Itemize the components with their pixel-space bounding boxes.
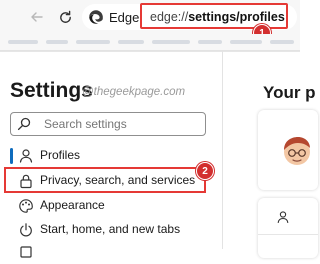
card-divider xyxy=(258,234,318,235)
sidebar-item-profiles[interactable]: Profiles xyxy=(10,145,210,167)
settings-title: Settings xyxy=(10,79,93,102)
url-text[interactable]: edge://settings/profiles xyxy=(150,10,285,24)
partial-icon xyxy=(20,246,32,258)
profile-page-title: Your p xyxy=(263,83,316,102)
step-badge-2: 2 xyxy=(196,162,214,180)
refresh-icon xyxy=(59,10,71,23)
panel-separator xyxy=(222,51,223,249)
refresh-button[interactable] xyxy=(54,6,76,28)
url-scheme: edge:// xyxy=(150,10,189,24)
edge-label: Edge xyxy=(109,10,140,25)
arrow-left-icon xyxy=(31,12,43,22)
url-path: settings/profiles xyxy=(188,10,285,24)
palette-icon xyxy=(19,199,33,213)
active-indicator xyxy=(10,148,13,164)
power-icon xyxy=(20,223,32,237)
back-button[interactable] xyxy=(26,6,48,28)
sidebar-item-label: Appearance xyxy=(40,198,105,212)
profile-icon xyxy=(19,149,33,163)
privacy-highlight-box xyxy=(4,167,206,193)
watermark: @thegeekpage.com xyxy=(82,86,186,98)
profile-actions-card xyxy=(258,198,318,258)
avatar xyxy=(284,137,310,165)
person-icon xyxy=(277,211,289,224)
favorites-bar xyxy=(0,34,300,51)
profile-card xyxy=(258,110,318,190)
toolbar-divider xyxy=(0,51,300,52)
sidebar-item-appearance[interactable]: Appearance xyxy=(10,195,210,217)
sidebar-item-label: Start, home, and new tabs xyxy=(40,222,181,236)
search-placeholder: Search settings xyxy=(44,117,127,131)
browser-toolbar: Edge edge://settings/profiles 1 xyxy=(0,0,300,42)
sidebar-item-label: Profiles xyxy=(40,148,81,162)
edge-logo-icon xyxy=(89,10,103,24)
search-icon xyxy=(17,117,31,131)
sidebar-item-start-home[interactable]: Start, home, and new tabs xyxy=(10,219,210,241)
sidebar-item-partial[interactable] xyxy=(10,242,210,264)
search-input[interactable]: Search settings xyxy=(10,112,206,136)
